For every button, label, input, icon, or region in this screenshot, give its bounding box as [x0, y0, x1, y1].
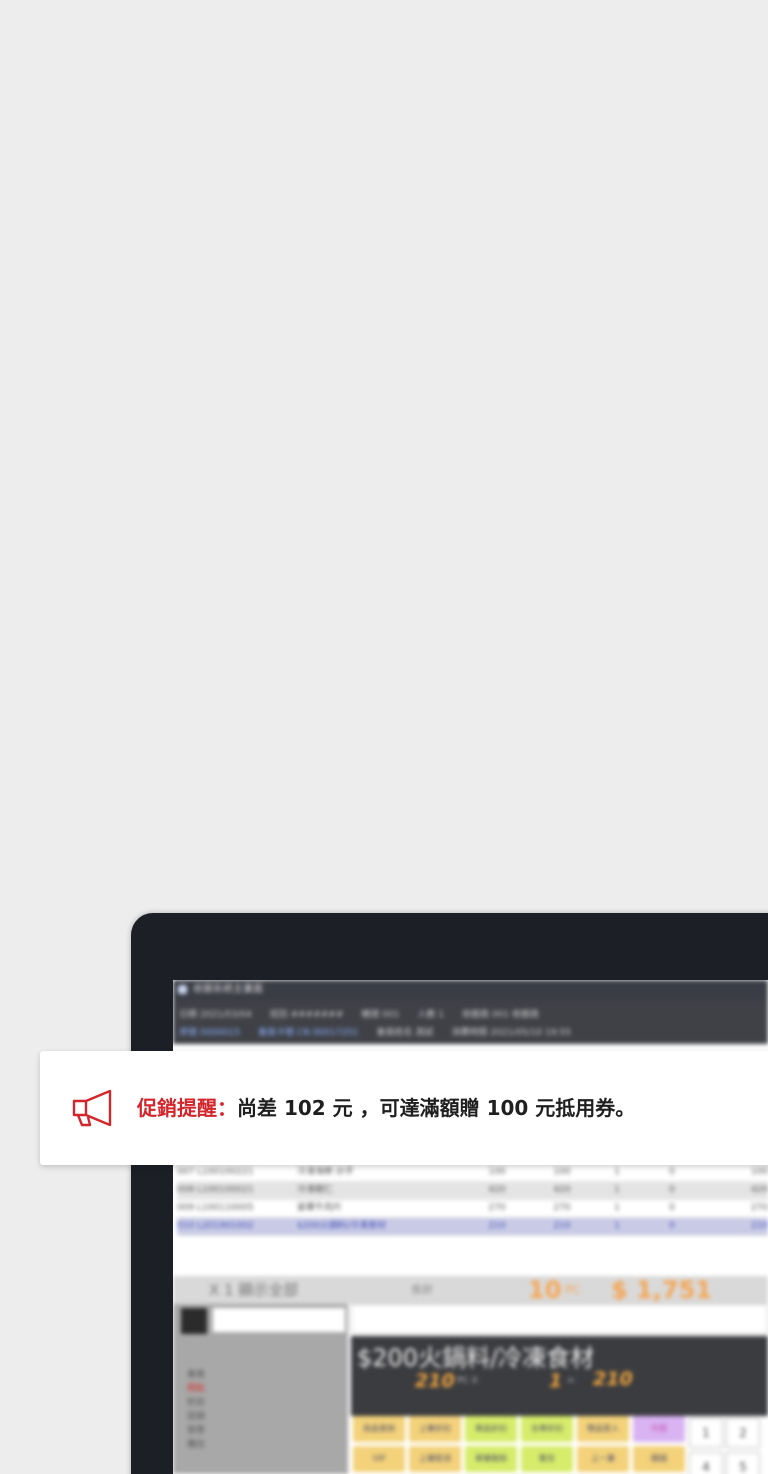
cell-total: 210	[750, 1221, 768, 1231]
cell-price2: 420	[553, 1185, 571, 1195]
info-time: 消費時間 2021/05/10 19:55	[451, 1028, 571, 1038]
info-shift: 班別 #######	[269, 1010, 344, 1020]
product-qty: 1	[549, 1370, 563, 1392]
func-key[interactable]: 上筆折扣	[409, 1416, 461, 1442]
cell-name: 冷凍蝦仁	[297, 1185, 334, 1195]
info-machine: 機號 001	[361, 1010, 400, 1020]
func-key[interactable]: 贈品登入	[577, 1416, 629, 1442]
cell-code: 008 L100100021	[177, 1185, 254, 1195]
left-menu-item[interactable]: 會員	[187, 1368, 205, 1382]
func-key[interactable]: 單品折扣	[465, 1416, 517, 1442]
toast-text: 促銷提醒：尚差 102 元 ，可達滿額贈 100 元抵用券。	[137, 1093, 635, 1123]
info-bar: 日期 2021/03/04 班別 ####### 機號 001 人數 1 收銀員…	[173, 1000, 768, 1044]
product-panel: $200火鍋料/冷凍食材 210 PC X 1 = 210	[351, 1336, 768, 1416]
table-row[interactable]: 009 L100110005 豪華牛肉片 270 270 1 0 270	[177, 1200, 768, 1218]
func-key-void[interactable]: 作廢	[633, 1416, 685, 1442]
cell-code: 010 L201901002	[177, 1221, 254, 1231]
cell-price: 420	[488, 1185, 506, 1195]
left-menu-item[interactable]: 促銷	[187, 1410, 205, 1424]
func-key[interactable]: 開錢	[633, 1446, 685, 1472]
func-key[interactable]: 單筆刪除	[465, 1446, 517, 1472]
info-serial: 序號 0000015	[179, 1028, 240, 1038]
function-keys: 商品查詢 上筆折扣 單品折扣 全單折扣 贈品登入 作廢 VIP 上筆取消 單筆刪…	[353, 1416, 693, 1474]
summary-amount: $ 1,751	[611, 1276, 712, 1304]
toast-message: 尚差 102 元 ，可達滿額贈 100 元抵用券。	[237, 1096, 636, 1120]
summary-qty-unit: PC	[565, 1283, 581, 1297]
info-member-card: 會員卡號 CN 00017251	[257, 1028, 359, 1038]
search-input[interactable]	[351, 1304, 768, 1334]
cell-qty: 1	[614, 1185, 620, 1195]
left-menu-item[interactable]: 備註	[187, 1438, 205, 1452]
num-key[interactable]: 5	[726, 1452, 760, 1474]
promotion-toast: 促銷提醒：尚差 102 元 ，可達滿額贈 100 元抵用券。	[40, 1051, 768, 1165]
barcode-input[interactable]	[213, 1308, 345, 1332]
cell-discount: 0	[669, 1167, 675, 1177]
window-titlebar: 收銀系統主畫面	[173, 980, 768, 1000]
megaphone-icon	[70, 1087, 116, 1129]
cell-price2: 210	[553, 1221, 571, 1231]
summary-qty: 10	[528, 1276, 562, 1304]
cell-name: 豪華牛肉片	[297, 1203, 343, 1213]
cell-price2: 270	[553, 1203, 571, 1213]
summary-bar: X 1 顯示全部 合計 10 PC $ 1,751	[173, 1276, 768, 1304]
left-menu: 會員 積點 折扣 促銷 發票 備註	[187, 1368, 205, 1452]
app-icon	[178, 985, 187, 994]
func-key[interactable]: 暫存	[521, 1446, 573, 1472]
table-row[interactable]: 008 L100100021 冷凍蝦仁 420 420 1 0 420	[177, 1182, 768, 1200]
cell-qty: 1	[614, 1203, 620, 1213]
cell-price: 100	[488, 1167, 506, 1177]
scene: 收銀系統主畫面 日期 2021/03/04 班別 ####### 機號 001 …	[0, 0, 768, 1474]
left-menu-item[interactable]: 發票	[187, 1424, 205, 1438]
cell-qty: 1	[614, 1221, 620, 1231]
cell-discount: 0	[669, 1185, 675, 1195]
cell-name: 冷凍海鮮 炒手	[297, 1167, 354, 1177]
left-panel: 會員 積點 折扣 促銷 發票 備註	[173, 1304, 348, 1474]
product-unit: PC X	[457, 1376, 478, 1386]
product-equals: =	[567, 1376, 575, 1386]
cell-price: 210	[488, 1221, 506, 1231]
info-member-name: 會員姓名 測試	[376, 1028, 434, 1038]
table-row-selected[interactable]: 010 L201901002 $200火鍋料/冷凍食材 210 210 1 0 …	[177, 1218, 768, 1236]
info-people: 人數 1	[417, 1010, 445, 1020]
num-key[interactable]: 1	[689, 1418, 723, 1448]
cell-total: 420	[750, 1185, 768, 1195]
cell-price2: 100	[553, 1167, 571, 1177]
cell-total: 270	[750, 1203, 768, 1213]
left-menu-item[interactable]: 積點	[187, 1382, 205, 1396]
product-name: $200火鍋料/冷凍食材	[357, 1344, 595, 1372]
func-key[interactable]: VIP	[353, 1446, 405, 1472]
func-key[interactable]: 商品查詢	[353, 1416, 405, 1442]
window-title: 收銀系統主畫面	[193, 984, 263, 995]
num-key[interactable]: 2	[726, 1418, 760, 1448]
info-cashier: 收銀員 001 收銀員	[462, 1010, 539, 1020]
func-key[interactable]: 上一筆	[577, 1446, 629, 1472]
cell-code: 009 L100110005	[177, 1203, 254, 1213]
cell-total: 100	[750, 1167, 768, 1177]
info-row-1: 日期 2021/03/04 班別 ####### 機號 001 人數 1 收銀員…	[179, 1006, 539, 1024]
cell-qty: 1	[614, 1167, 620, 1177]
number-keypad: 1 2 4 5	[689, 1416, 768, 1474]
func-key[interactable]: 全單折扣	[521, 1416, 573, 1442]
scanner-icon[interactable]	[181, 1308, 207, 1334]
cell-discount: 0	[669, 1203, 675, 1213]
cell-price: 270	[488, 1203, 506, 1213]
left-menu-item[interactable]: 折扣	[187, 1396, 205, 1410]
product-price: 210	[415, 1370, 455, 1392]
cell-discount: 0	[669, 1221, 675, 1231]
summary-label[interactable]: X 1 顯示全部	[209, 1276, 298, 1304]
func-key[interactable]: 上筆取消	[409, 1446, 461, 1472]
summary-count-label: 合計	[411, 1283, 433, 1296]
info-date: 日期 2021/03/04	[179, 1010, 252, 1020]
info-row-2: 序號 0000015 會員卡號 CN 00017251 會員姓名 測試 消費時間…	[179, 1024, 571, 1042]
product-subtotal: 210	[593, 1368, 633, 1390]
cell-code: 007 L100100221	[177, 1167, 254, 1177]
toast-label: 促銷提醒：	[137, 1096, 237, 1120]
cell-name: $200火鍋料/冷凍食材	[297, 1221, 386, 1231]
table-row[interactable]: 007 L100100221 冷凍海鮮 炒手 100 100 1 0 100	[177, 1164, 768, 1182]
num-key[interactable]: 4	[689, 1452, 723, 1474]
